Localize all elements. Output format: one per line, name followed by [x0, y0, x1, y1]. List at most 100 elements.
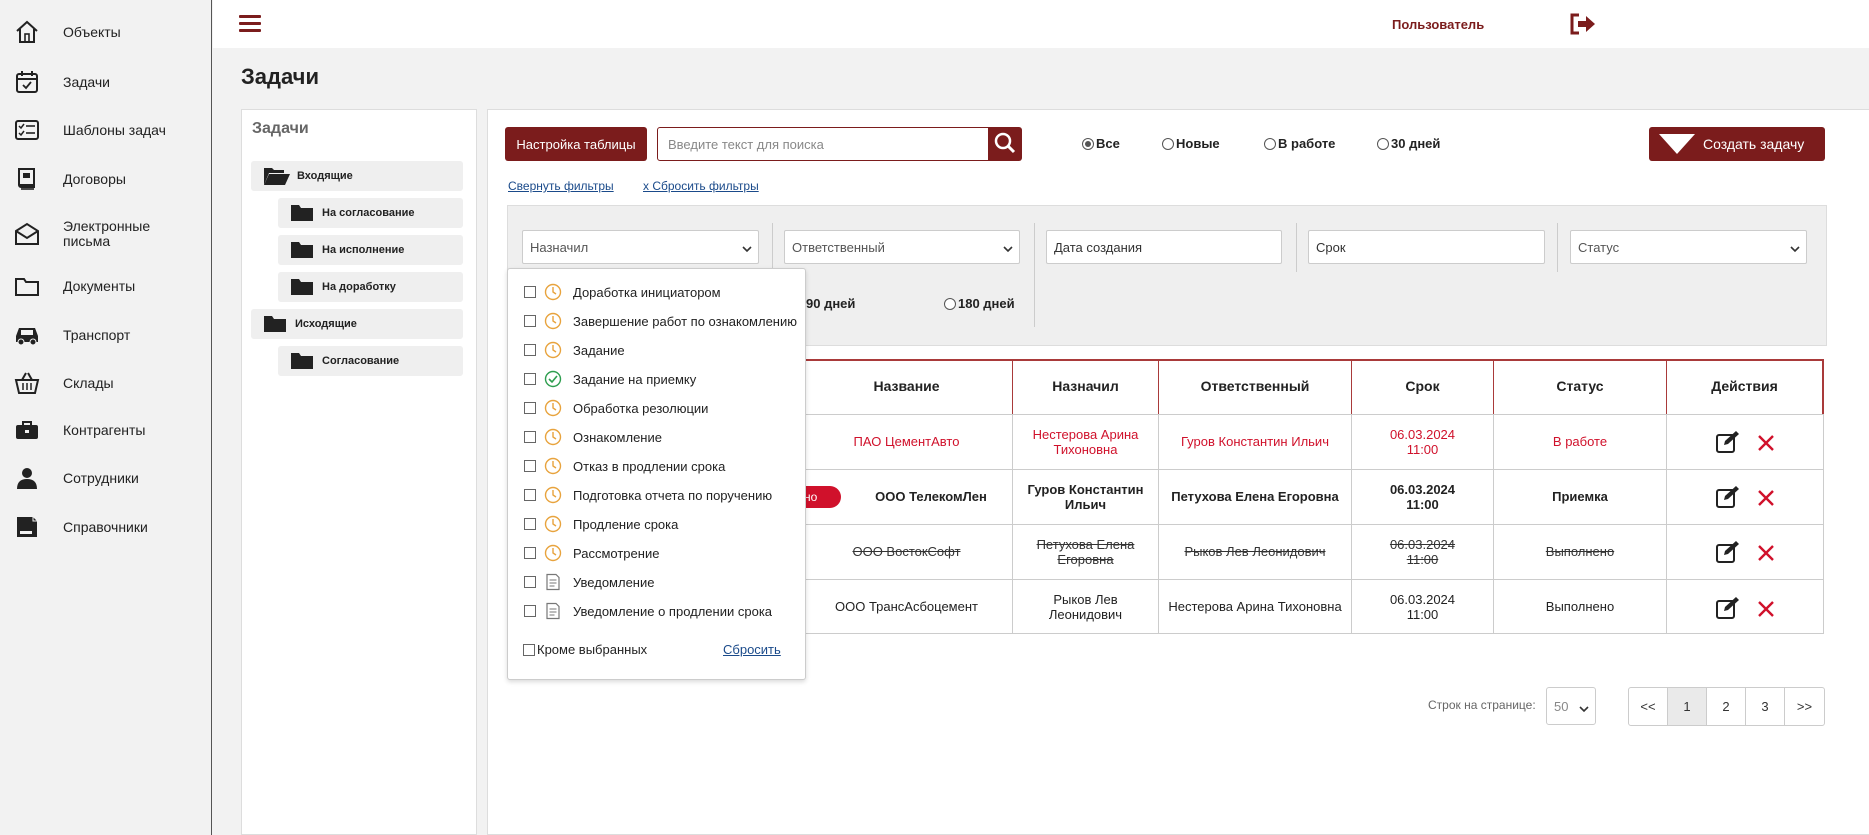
sidebar-item-objects[interactable]: Объекты — [0, 20, 212, 44]
edit-icon[interactable] — [1715, 596, 1741, 620]
basket-icon — [13, 369, 41, 397]
page-button-3[interactable]: 3 — [1746, 688, 1785, 725]
period-radio-partial[interactable]: 90 дней — [806, 296, 855, 311]
page-button-1[interactable]: 1 — [1668, 688, 1707, 725]
checkbox[interactable] — [524, 547, 536, 559]
checkbox[interactable] — [524, 286, 536, 298]
top-bar: Пользователь — [213, 0, 1869, 48]
tree-item-incoming[interactable]: Входящие — [251, 161, 463, 191]
column-header-assigned-by[interactable]: Назначил — [1013, 359, 1158, 414]
deadline-input[interactable]: Срок — [1308, 230, 1545, 264]
task-type-option[interactable]: Доработка инициатором — [524, 282, 800, 302]
status-select[interactable]: Статус — [1570, 230, 1807, 264]
edit-icon[interactable] — [1715, 430, 1741, 454]
checkbox[interactable] — [524, 315, 536, 327]
task-type-option[interactable]: Подготовка отчета по поручению — [524, 485, 800, 505]
checkbox[interactable] — [524, 344, 536, 356]
checkbox[interactable] — [524, 605, 536, 617]
task-type-option[interactable]: Обработка резолюции — [524, 398, 800, 418]
logout-icon[interactable] — [1569, 13, 1597, 35]
column-header-deadline[interactable]: Срок — [1352, 359, 1493, 414]
filter-radio-new[interactable]: Новые — [1162, 136, 1220, 151]
rows-per-page-select[interactable]: 50 — [1546, 687, 1596, 725]
sidebar-item-tasks[interactable]: Задачи — [0, 70, 212, 94]
delete-icon[interactable] — [1756, 543, 1776, 563]
sidebar-item-emails[interactable]: Электронные письма — [0, 218, 212, 250]
period-radio-180[interactable]: 180 дней — [944, 296, 1015, 311]
task-type-option[interactable]: Ознакомление — [524, 427, 800, 447]
deadline-placeholder: Срок — [1316, 239, 1346, 255]
sidebar-item-documents[interactable]: Документы — [0, 274, 212, 298]
task-type-option[interactable]: Задание на приемку — [524, 369, 800, 389]
task-assigned-by: Нестерова Арина Тихоновна — [1032, 426, 1139, 457]
task-type-option[interactable]: Уведомление о продлении срока — [524, 601, 800, 621]
checkbox[interactable] — [524, 576, 536, 588]
radio-label: В работе — [1278, 136, 1336, 151]
sidebar-item-references[interactable]: Справочники — [0, 515, 212, 539]
checkbox[interactable] — [524, 518, 536, 530]
dropdown-reset-link[interactable]: Сбросить — [723, 642, 781, 657]
created-date-input[interactable]: Дата создания — [1046, 230, 1282, 264]
task-status: Выполнено — [1545, 544, 1615, 559]
task-type-option[interactable]: Отказ в продлении срока — [524, 456, 800, 476]
create-task-button[interactable]: Создать задачу — [1649, 127, 1825, 161]
column-header-responsible[interactable]: Ответственный — [1159, 359, 1351, 414]
responsible-value: Ответственный — [792, 239, 885, 255]
sidebar-item-counterparties[interactable]: Контрагенты — [0, 418, 212, 442]
filter-radio-30-days[interactable]: 30 дней — [1377, 136, 1440, 151]
delete-icon[interactable] — [1756, 433, 1776, 453]
sidebar-item-transport[interactable]: Транспорт — [0, 323, 212, 347]
task-type-option[interactable]: Задание — [524, 340, 800, 360]
delete-icon[interactable] — [1756, 599, 1776, 619]
checkbox[interactable] — [524, 460, 536, 472]
checkbox[interactable] — [524, 431, 536, 443]
delete-icon[interactable] — [1756, 488, 1776, 508]
sidebar-item-warehouses[interactable]: Склады — [0, 371, 212, 395]
filter-radio-in-progress[interactable]: В работе — [1264, 136, 1335, 151]
user-label[interactable]: Пользователь — [1392, 17, 1484, 32]
radio-label: Все — [1096, 136, 1120, 151]
page-button-2[interactable]: 2 — [1707, 688, 1746, 725]
edit-icon[interactable] — [1715, 485, 1741, 509]
edit-icon[interactable] — [1715, 540, 1741, 564]
tree-item-label: Исходящие — [295, 318, 357, 330]
assigned-by-select[interactable]: Назначил — [522, 230, 759, 264]
page-next-button[interactable]: >> — [1785, 688, 1824, 725]
task-type-option[interactable]: Завершение работ по ознакомлению — [524, 311, 800, 331]
sidebar-item-employees[interactable]: Сотрудники — [0, 466, 212, 490]
column-header-name[interactable]: Название — [801, 359, 1012, 414]
page-prev-button[interactable]: << — [1629, 688, 1668, 725]
sidebar-item-task-templates[interactable]: Шаблоны задач — [0, 118, 212, 142]
collapse-filters-link[interactable]: Свернуть фильтры — [508, 179, 614, 193]
tree-item-approval[interactable]: Согласование — [278, 346, 463, 376]
tree-item-outgoing[interactable]: Исходящие — [251, 309, 463, 339]
task-name[interactable]: ООО ТелекомЛен — [850, 469, 1012, 524]
tree-item-for-execution[interactable]: На исполнение — [278, 235, 463, 265]
task-type-option[interactable]: Уведомление — [524, 572, 800, 592]
checkbox[interactable] — [524, 402, 536, 414]
sidebar-item-label: Электронные письма — [63, 218, 151, 249]
task-type-option[interactable]: Продление срока — [524, 514, 800, 534]
reset-filters-link[interactable]: х Сбросить фильтры — [643, 179, 759, 193]
clock-icon — [544, 341, 562, 359]
task-type-option[interactable]: Рассмотрение — [524, 543, 800, 563]
table-settings-button[interactable]: Настройка таблицы — [505, 127, 647, 161]
deadline-time: 11:00 — [1406, 441, 1439, 457]
task-responsible: Петухова Елена Егоровна — [1171, 489, 1339, 504]
search-button[interactable] — [988, 127, 1022, 161]
checkbox[interactable] — [524, 489, 536, 501]
task-name[interactable]: ООО ВостокСофт — [801, 524, 1012, 579]
filter-radio-all[interactable]: Все — [1082, 136, 1120, 151]
sidebar-item-label: Задачи — [63, 73, 111, 90]
sidebar-item-contracts[interactable]: Договоры — [0, 167, 212, 191]
task-name[interactable]: ПАО ЦементАвто — [801, 414, 1012, 469]
menu-icon[interactable] — [239, 15, 261, 33]
responsible-select[interactable]: Ответственный — [784, 230, 1020, 264]
tree-item-for-rework[interactable]: На доработку — [278, 272, 463, 302]
except-selected-checkbox[interactable]: Кроме выбранных — [523, 642, 647, 657]
checkbox[interactable] — [524, 373, 536, 385]
search-input[interactable] — [657, 127, 989, 161]
tree-item-for-approval[interactable]: На согласование — [278, 198, 463, 228]
column-header-status[interactable]: Статус — [1494, 359, 1666, 414]
task-name[interactable]: ООО ТрансАсбоцемент — [801, 579, 1012, 634]
